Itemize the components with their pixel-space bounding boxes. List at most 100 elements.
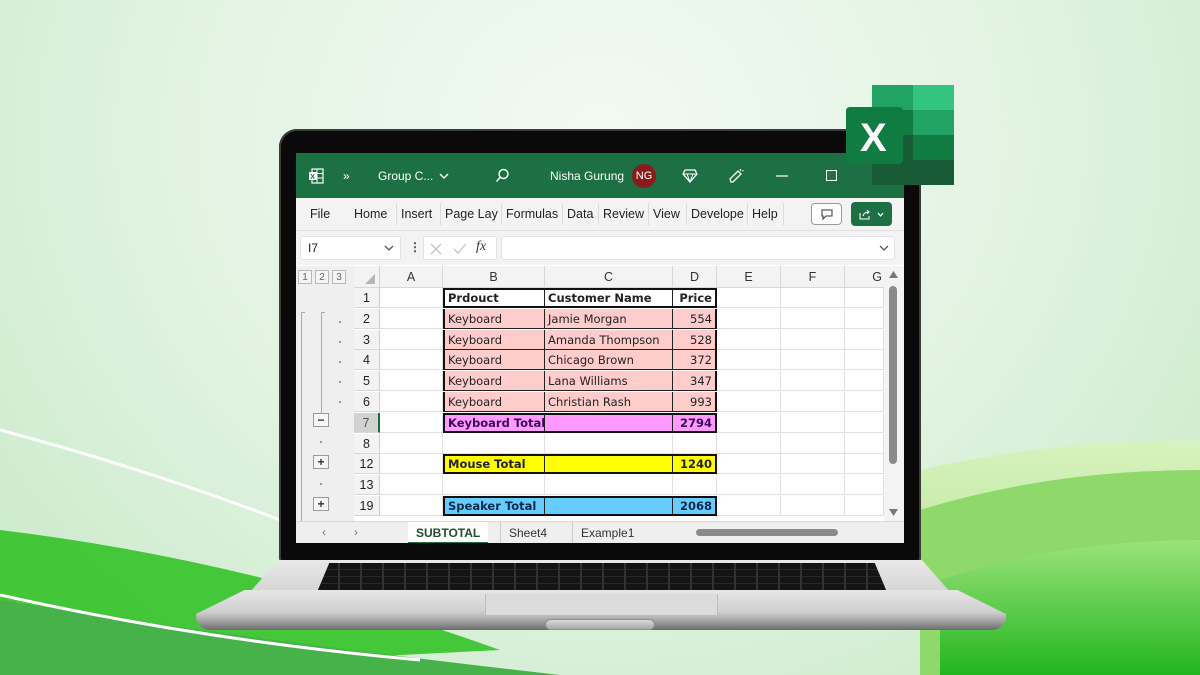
tab-review[interactable]: Review (599, 203, 649, 225)
cell-b8[interactable] (443, 433, 545, 454)
cell-f3[interactable] (781, 329, 845, 350)
sheet-tab[interactable]: Example1 (572, 522, 642, 543)
cell-a5[interactable] (380, 371, 443, 392)
expand-formula-bar-icon[interactable] (879, 245, 889, 252)
cell-b7[interactable]: Keyboard Total (443, 412, 545, 433)
cell-b1[interactable]: Prdouct (443, 288, 545, 308)
cell-a4[interactable] (380, 350, 443, 371)
row-header[interactable]: 6 (354, 392, 380, 412)
search-icon[interactable] (495, 153, 510, 198)
cancel-icon[interactable] (430, 243, 442, 255)
user-name[interactable]: Nisha Gurung (550, 153, 624, 198)
cell-c7[interactable] (545, 412, 673, 433)
cell-c19[interactable] (545, 496, 673, 516)
cell-a19[interactable] (380, 496, 443, 516)
scroll-up-icon[interactable] (889, 271, 898, 278)
cell-f1[interactable] (781, 288, 845, 308)
column-header-c[interactable]: C (545, 266, 673, 288)
avatar[interactable]: NG (632, 153, 656, 198)
row-header[interactable]: 19 (354, 496, 380, 516)
outline-level-2-button[interactable]: 2 (315, 270, 329, 284)
select-all-button[interactable] (354, 266, 380, 288)
cell-c4[interactable]: Chicago Brown (545, 350, 673, 371)
cell-b6[interactable]: Keyboard (443, 392, 545, 412)
cell-d8[interactable] (673, 433, 717, 454)
cell-g3[interactable] (845, 329, 884, 350)
cell-d1[interactable]: Price (673, 288, 717, 308)
tab-view[interactable]: View (649, 203, 687, 225)
cell-a7[interactable] (380, 412, 443, 433)
expand-group-button[interactable]: + (313, 497, 329, 511)
cell-g19[interactable] (845, 496, 884, 516)
cell-g13[interactable] (845, 475, 884, 496)
cell-a3[interactable] (380, 329, 443, 350)
cell-d12[interactable]: 1240 (673, 454, 717, 475)
collapse-group-button[interactable]: − (313, 413, 329, 427)
cell-e2[interactable] (717, 308, 781, 329)
cell-b12[interactable]: Mouse Total (443, 454, 545, 475)
scroll-down-icon[interactable] (889, 509, 898, 516)
cell-e4[interactable] (717, 350, 781, 371)
column-header-g[interactable]: G (845, 266, 884, 288)
cell-e13[interactable] (717, 475, 781, 496)
row-header[interactable]: 4 (354, 350, 380, 371)
cell-a1[interactable] (380, 288, 443, 308)
cell-b19[interactable]: Speaker Total (443, 496, 545, 516)
tab-home[interactable]: Home (350, 203, 397, 225)
sheet-tab-subtotal[interactable]: SUBTOTAL (408, 522, 489, 543)
cell-a12[interactable] (380, 454, 443, 475)
column-header-a[interactable]: A (380, 266, 443, 288)
cell-c6[interactable]: Christian Rash (545, 392, 673, 412)
premium-diamond-icon[interactable] (682, 153, 698, 198)
cell-g2[interactable] (845, 308, 884, 329)
cell-c12[interactable] (545, 454, 673, 475)
cell-e19[interactable] (717, 496, 781, 516)
comments-button[interactable] (811, 203, 842, 225)
cell-g1[interactable] (845, 288, 884, 308)
row-header[interactable]: 2 (354, 308, 380, 329)
cell-g5[interactable] (845, 371, 884, 392)
cell-g6[interactable] (845, 392, 884, 412)
cell-d7[interactable]: 2794 (673, 412, 717, 433)
outline-level-1-button[interactable]: 1 (298, 270, 312, 284)
cell-d13[interactable] (673, 475, 717, 496)
cell-g8[interactable] (845, 433, 884, 454)
cell-a2[interactable] (380, 308, 443, 329)
tab-help[interactable]: Help (748, 203, 784, 225)
tab-page-layout[interactable]: Page Lay (441, 203, 502, 225)
cell-f4[interactable] (781, 350, 845, 371)
cell-d19[interactable]: 2068 (673, 496, 717, 516)
cell-g7[interactable] (845, 412, 884, 433)
horizontal-scroll-thumb[interactable] (696, 529, 838, 536)
minimize-button[interactable] (776, 153, 788, 198)
cell-b4[interactable]: Keyboard (443, 350, 545, 371)
more-options-icon[interactable]: ⋮ (409, 241, 421, 253)
column-header-e[interactable]: E (717, 266, 781, 288)
cell-f6[interactable] (781, 392, 845, 412)
cell-e5[interactable] (717, 371, 781, 392)
name-box[interactable]: I7 (300, 236, 401, 260)
column-header-b[interactable]: B (443, 266, 545, 288)
cell-f2[interactable] (781, 308, 845, 329)
cell-c13[interactable] (545, 475, 673, 496)
vertical-scroll-thumb[interactable] (889, 286, 897, 464)
cell-c1[interactable]: Customer Name (545, 288, 673, 308)
expand-group-button[interactable]: + (313, 455, 329, 469)
column-header-f[interactable]: F (781, 266, 845, 288)
cell-c3[interactable]: Amanda Thompson (545, 329, 673, 350)
cell-c8[interactable] (545, 433, 673, 454)
cell-e1[interactable] (717, 288, 781, 308)
row-header[interactable]: 3 (354, 329, 380, 350)
tab-insert[interactable]: Insert (397, 203, 441, 225)
insert-function-button[interactable]: fx (476, 239, 486, 255)
designer-pen-icon[interactable] (728, 153, 744, 198)
sheet-tab[interactable]: Sheet4 (500, 522, 555, 543)
document-title-dropdown[interactable]: Group C... (378, 153, 449, 198)
tab-data[interactable]: Data (563, 203, 599, 225)
cell-f13[interactable] (781, 475, 845, 496)
row-header[interactable]: 5 (354, 371, 380, 392)
cell-e8[interactable] (717, 433, 781, 454)
cell-e12[interactable] (717, 454, 781, 475)
tab-file[interactable]: File (306, 203, 350, 225)
cell-c5[interactable]: Lana Williams (545, 371, 673, 392)
